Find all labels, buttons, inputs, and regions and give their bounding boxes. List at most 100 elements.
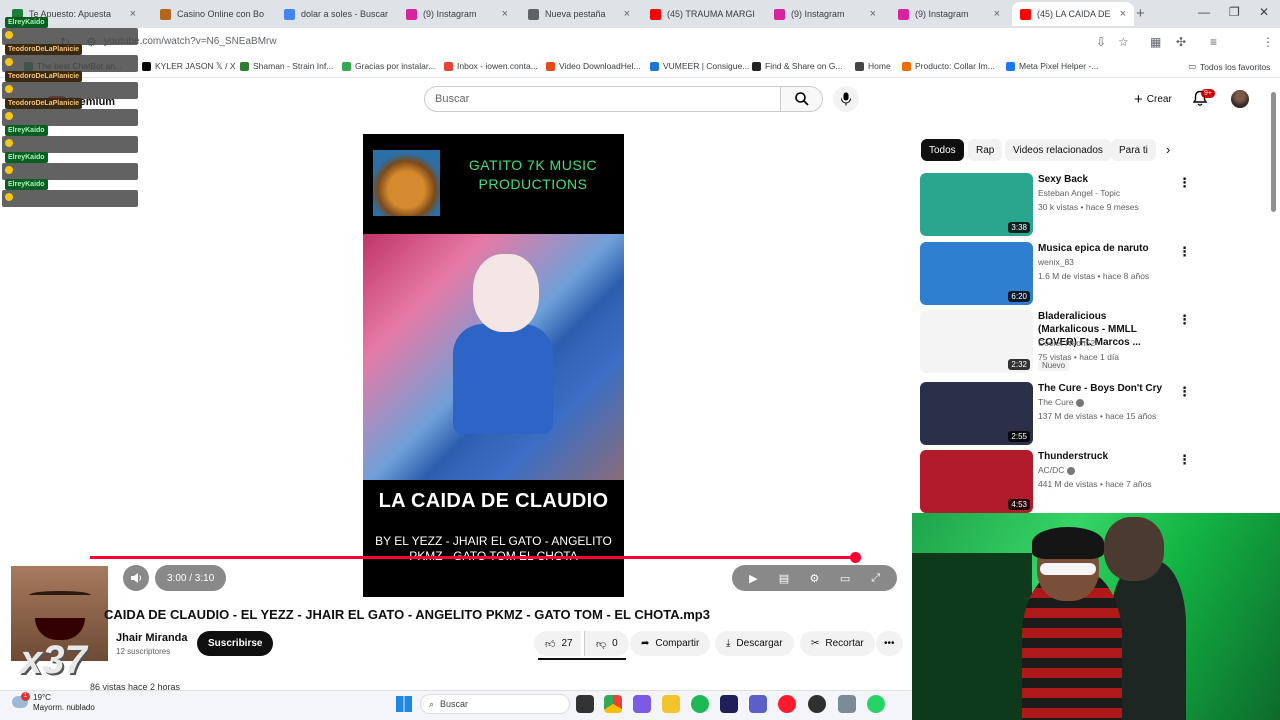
bookmark-item[interactable]: Find & Share on G...	[752, 61, 842, 71]
subscribe-button[interactable]: Suscribirse	[197, 631, 274, 656]
close-tab-icon[interactable]: ×	[624, 8, 630, 20]
volume-button[interactable]	[123, 565, 149, 591]
menu-kebab-icon[interactable]: ⋮	[1262, 35, 1274, 49]
video-thumbnail[interactable]: 6:20	[920, 242, 1033, 305]
download-button[interactable]: ⤓ Descargar	[715, 631, 794, 656]
browser-tab[interactable]: (45) LA CAIDA DE ×	[1012, 2, 1134, 26]
browser-tab[interactable]: (45) TRAUMA MARGI×	[642, 2, 760, 26]
video-thumbnail[interactable]: 3:38	[920, 173, 1033, 236]
extension-icon[interactable]: ▦	[1150, 35, 1161, 49]
dislike-button[interactable]: 👎︎ 0	[584, 631, 629, 656]
browser-tab[interactable]: Nueva pestaña ×	[520, 2, 638, 26]
bookmark-item[interactable]: VUMEER | Consigue...	[650, 61, 749, 71]
like-button[interactable]: 👍︎ 27	[534, 631, 581, 656]
channel-line[interactable]: Cooler Neon52	[1038, 337, 1095, 350]
bookmark-star-icon[interactable]: ☆	[1118, 35, 1129, 49]
browser-tab[interactable]: dolar a soles - Buscar×	[276, 2, 394, 26]
close-tab-icon[interactable]: ×	[502, 8, 508, 20]
more-options-icon[interactable]: ⋮	[1178, 452, 1191, 468]
spotify-taskbar-icon[interactable]	[691, 695, 709, 713]
more-options-icon[interactable]: ⋮	[1178, 175, 1191, 191]
discord-taskbar-icon[interactable]	[633, 695, 651, 713]
all-bookmarks-folder[interactable]: ▭ Todos los favoritos	[1188, 61, 1270, 72]
browser-tab[interactable]: (9) Instagram ×	[398, 2, 516, 26]
channel-line[interactable]: wenix_83	[1038, 256, 1074, 269]
bookmark-item[interactable]: Video DownloadHel...	[546, 61, 641, 71]
browser-tab[interactable]: (9) Instagram ×	[890, 2, 1008, 26]
bookmark-item[interactable]: Inbox - iowen.conta...	[444, 61, 538, 71]
progress-scrubber[interactable]	[850, 552, 862, 563]
settings-gear-icon[interactable]: ⚙	[806, 570, 822, 586]
channel-line[interactable]: AC/DC	[1038, 464, 1075, 477]
weather-widget[interactable]: 19°C Mayorm. nublado	[33, 693, 95, 713]
recommended-video[interactable]: 2:32 Bladeralicious (Markalicous - MMLL C…	[920, 310, 1191, 374]
clip-button[interactable]: ✂ Recortar	[800, 631, 875, 656]
close-tab-icon[interactable]: ×	[994, 8, 1000, 20]
teams-taskbar-icon[interactable]	[749, 695, 767, 713]
recommended-video[interactable]: 6:20 Musica epica de naruto wenix_83 1.6 M …	[920, 242, 1191, 306]
share-button[interactable]: ➦ Compartir	[630, 631, 711, 656]
filter-chip[interactable]: Videos relacionados	[1005, 139, 1111, 161]
video-title-link[interactable]: Sexy Back	[1038, 173, 1163, 186]
minimize-icon[interactable]: —	[1198, 5, 1210, 19]
more-options-icon[interactable]: ⋮	[1178, 244, 1191, 260]
video-title-link[interactable]: Musica epica de naruto	[1038, 242, 1163, 255]
taskbar-search[interactable]: ⌕ Buscar	[420, 694, 570, 714]
subtitles-icon[interactable]: ▤	[776, 570, 792, 586]
extensions-puzzle-icon[interactable]: ✣	[1176, 35, 1186, 49]
media-control-icon[interactable]: ≡	[1210, 35, 1217, 49]
more-options-icon[interactable]: ⋮	[1178, 384, 1191, 400]
opera-taskbar-icon[interactable]	[778, 695, 796, 713]
windows-start-icon[interactable]	[396, 696, 412, 712]
search-input[interactable]: Buscar	[424, 86, 781, 112]
recommended-video[interactable]: 2:55 The Cure - Boys Don't Cry The Cure 13…	[920, 382, 1191, 446]
close-window-icon[interactable]: ✕	[1259, 5, 1269, 19]
new-tab-button[interactable]: +	[1136, 5, 1145, 22]
create-button[interactable]: + Crear	[1124, 87, 1182, 111]
autoplay-toggle-icon[interactable]: ▶	[745, 570, 761, 586]
chrome-taskbar-icon[interactable]	[604, 695, 622, 713]
recommended-video[interactable]: 4:53 Thunderstruck AC/DC 441 M de vistas •…	[920, 450, 1191, 514]
premiere-taskbar-icon[interactable]	[720, 695, 738, 713]
close-tab-icon[interactable]: ×	[1120, 8, 1126, 20]
video-player[interactable]: GATITO 7K MUSIC PRODUCTIONS LA CAIDA DE …	[363, 134, 624, 597]
progress-bar[interactable]	[90, 552, 898, 563]
install-app-icon[interactable]: ⇩	[1096, 35, 1106, 49]
channel-line[interactable]: The Cure	[1038, 396, 1084, 409]
bookmark-item[interactable]: Home	[855, 61, 891, 71]
channel-line[interactable]: Esteban Angel - Topic	[1038, 187, 1120, 200]
bookmark-item[interactable]: Meta Pixel Helper -...	[1006, 61, 1098, 71]
bookmark-item[interactable]: KYLER JASON 𝕏 / X	[142, 61, 236, 72]
voice-search-button[interactable]	[833, 86, 859, 112]
video-title-link[interactable]: The Cure - Boys Don't Cry	[1038, 382, 1163, 395]
recommended-video[interactable]: 3:38 Sexy Back Esteban Angel - Topic 30 k v…	[920, 173, 1191, 237]
chips-next-icon[interactable]: ›	[1166, 142, 1170, 157]
account-avatar[interactable]	[1231, 90, 1249, 108]
more-actions-button[interactable]: •••	[876, 631, 903, 656]
video-title-link[interactable]: Thunderstruck	[1038, 450, 1163, 463]
bookmark-item[interactable]: Shaman - Strain Inf...	[240, 61, 333, 71]
settings-taskbar-icon[interactable]	[838, 695, 856, 713]
whatsapp-taskbar-icon[interactable]	[867, 695, 885, 713]
close-tab-icon[interactable]: ×	[130, 8, 136, 20]
maximize-icon[interactable]: ❐	[1229, 5, 1240, 19]
more-options-icon[interactable]: ⋮	[1178, 312, 1191, 328]
task-view-icon[interactable]	[576, 695, 594, 713]
bookmark-item[interactable]: Producto: Collar Im...	[902, 61, 995, 71]
fullscreen-icon[interactable]: ⤢	[868, 570, 884, 586]
page-scrollbar[interactable]	[1271, 92, 1276, 212]
filter-chip[interactable]: Todos	[921, 139, 964, 161]
channel-name[interactable]: Jhair Miranda	[116, 632, 188, 644]
filter-chip[interactable]: Para ti	[1111, 139, 1156, 161]
theater-mode-icon[interactable]: ▭	[837, 570, 853, 586]
obs-taskbar-icon[interactable]	[808, 695, 826, 713]
search-button[interactable]	[781, 86, 823, 112]
video-thumbnail[interactable]: 4:53	[920, 450, 1033, 513]
close-tab-icon[interactable]: ×	[870, 8, 876, 20]
file-explorer-icon[interactable]	[662, 695, 680, 713]
browser-tab[interactable]: (9) Instagram ×	[766, 2, 884, 26]
video-thumbnail[interactable]: 2:55	[920, 382, 1033, 445]
filter-chip[interactable]: Rap	[968, 139, 1003, 161]
browser-tab[interactable]: Casino Online con Bo×	[152, 2, 270, 26]
bookmark-item[interactable]: Gracias por instalar...	[342, 61, 435, 71]
